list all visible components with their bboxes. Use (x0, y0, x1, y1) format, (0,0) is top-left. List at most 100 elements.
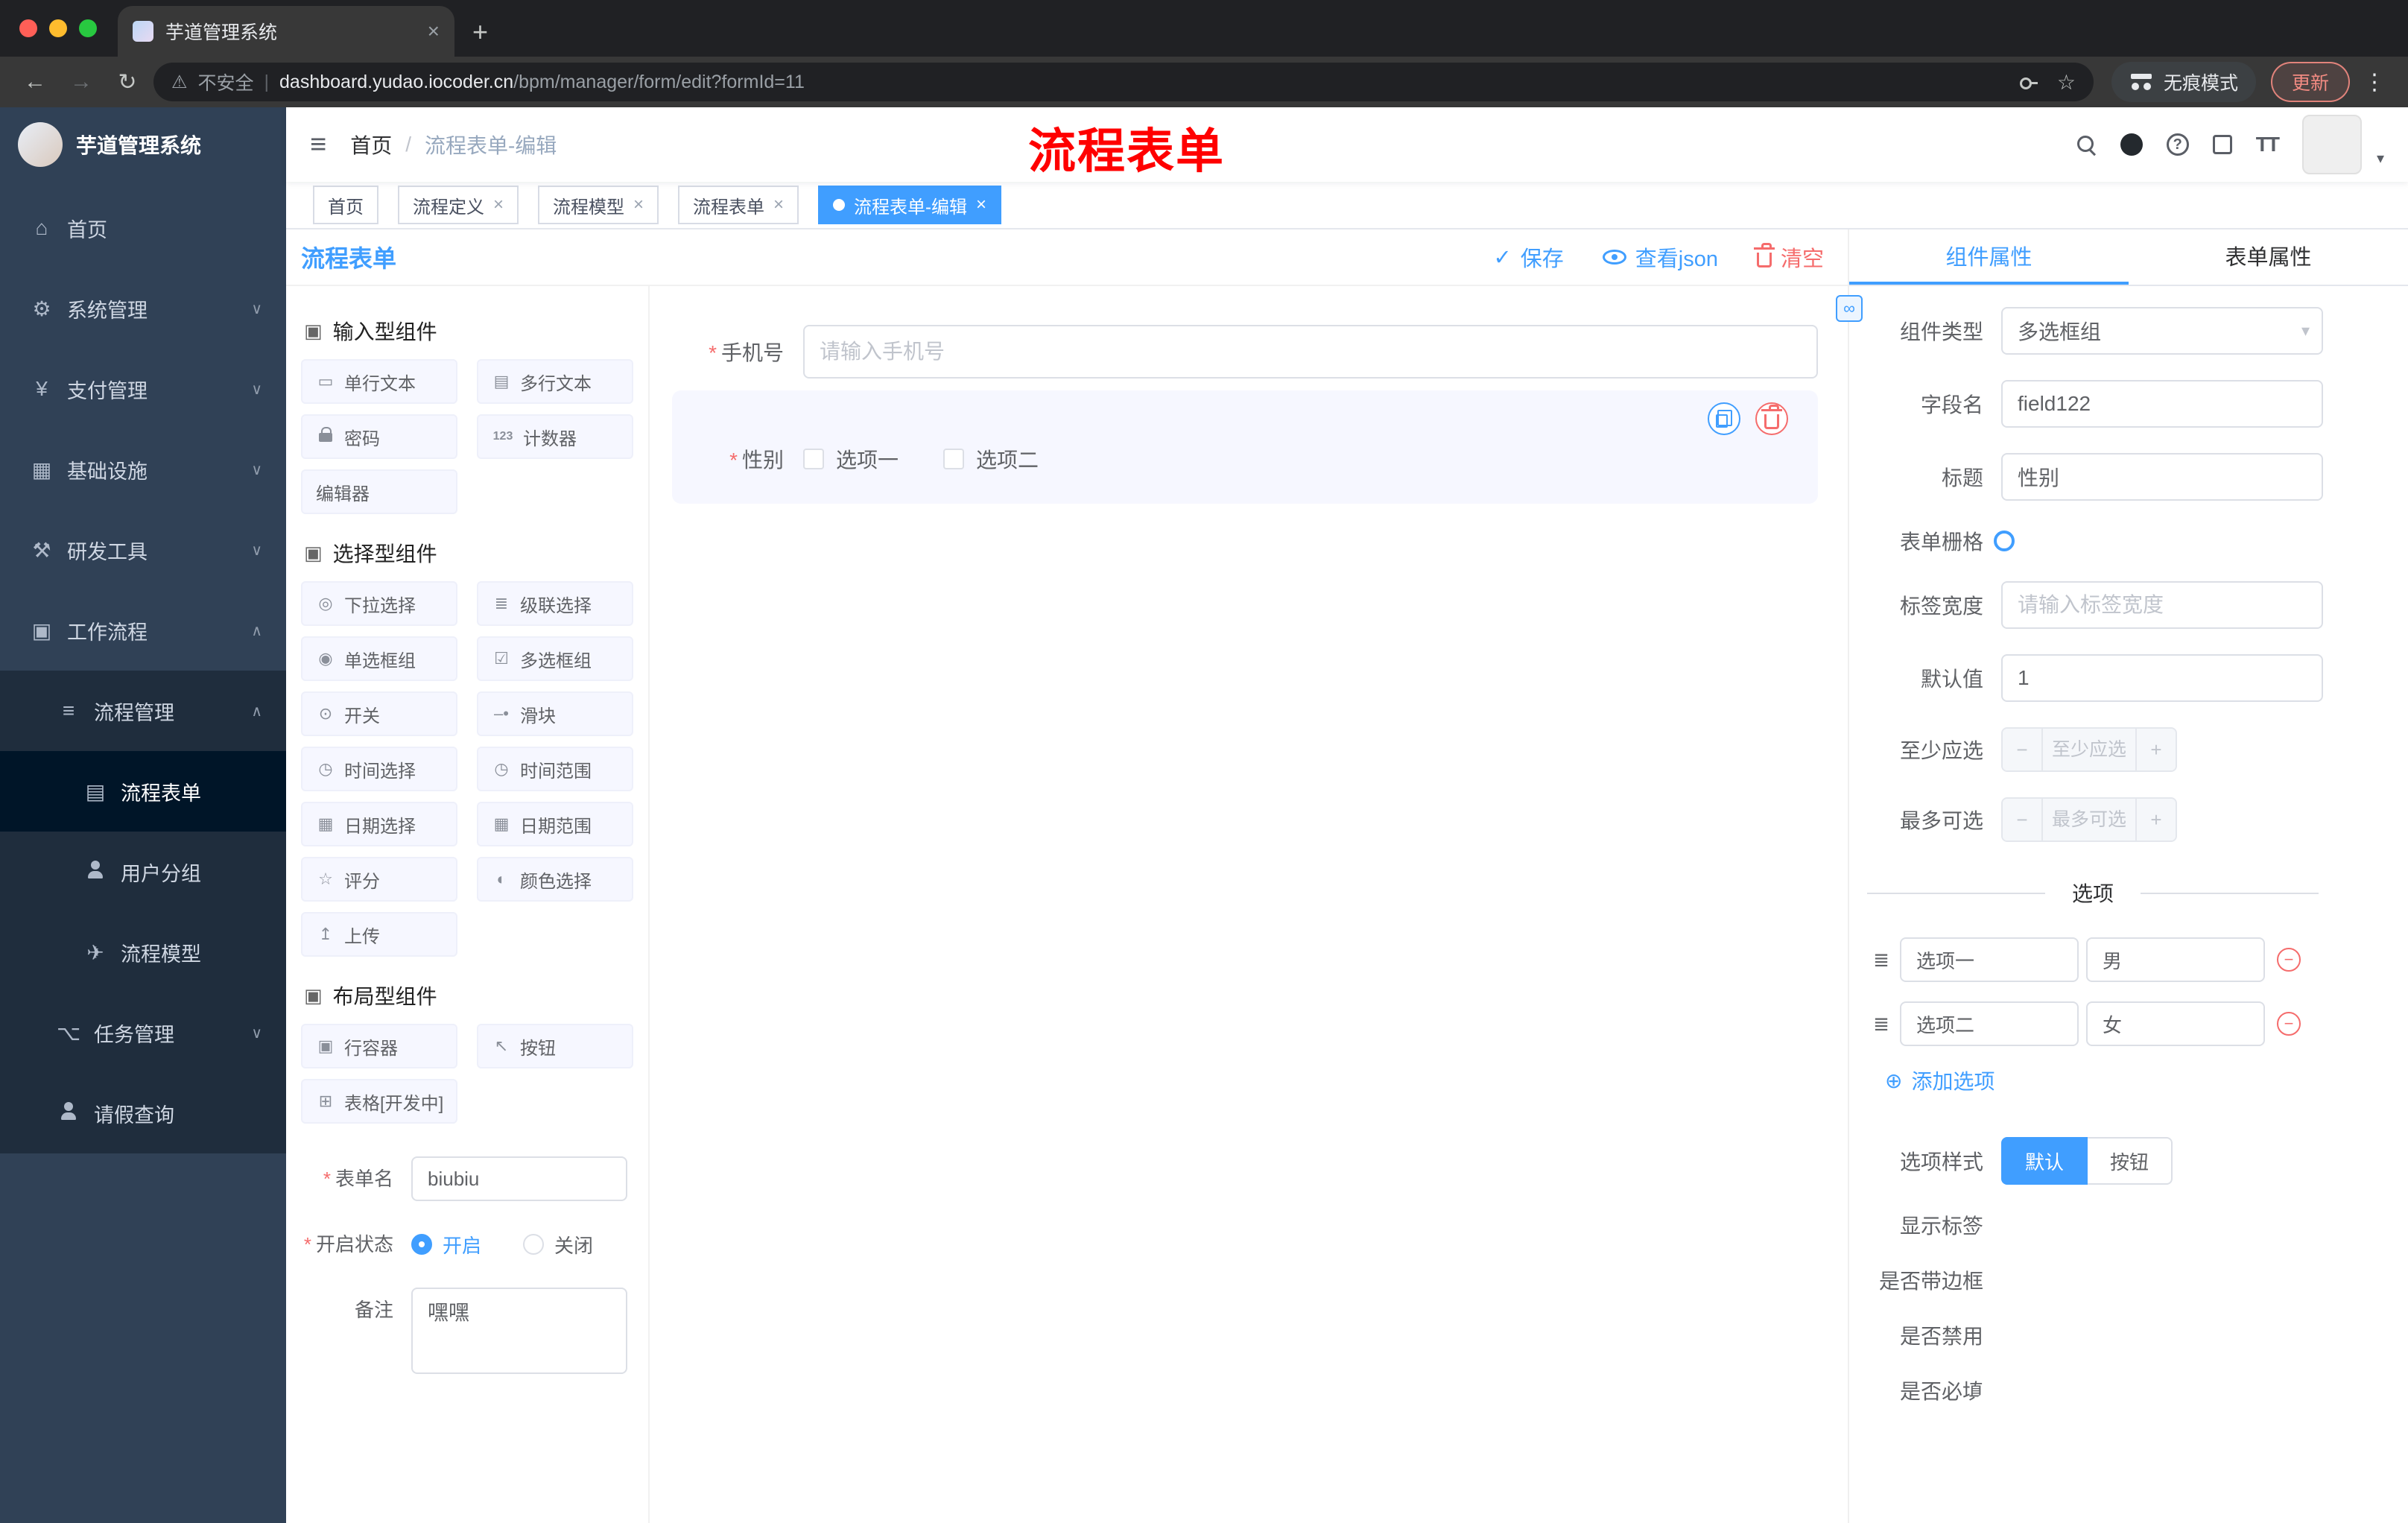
tab-close-icon[interactable]: × (428, 19, 440, 43)
github-icon[interactable] (2120, 133, 2143, 156)
link-icon[interactable]: ∞ (1836, 295, 1863, 322)
tab-form-props[interactable]: 表单属性 (2129, 229, 2408, 285)
title-input[interactable] (2001, 453, 2323, 501)
component-row-container[interactable]: ▣ 行容器 (301, 1024, 457, 1068)
component-cascader[interactable]: ≣ 级联选择 (477, 581, 633, 626)
style-button-button[interactable]: 按钮 (2088, 1137, 2173, 1185)
component-slider[interactable]: ‒• 滑块 (477, 691, 633, 736)
component-upload[interactable]: ↥ 上传 (301, 912, 457, 957)
close-icon[interactable]: × (633, 194, 644, 215)
sidebar-item-process-form[interactable]: ▤ 流程表单 (0, 751, 286, 832)
drag-handle-icon[interactable]: ≣ (1870, 949, 1892, 972)
tag-process-definition[interactable]: 流程定义 × (398, 186, 519, 224)
tag-process-form-edit[interactable]: 流程表单-编辑 × (818, 186, 1002, 224)
gender-option-2-checkbox[interactable]: 选项二 (943, 444, 1039, 474)
sidebar-item-workflow[interactable]: ▣ 工作流程 ∧ (0, 590, 286, 671)
form-remark-textarea[interactable]: 嘿嘿 (411, 1288, 627, 1374)
forward-button[interactable]: → (61, 69, 101, 95)
tab-component-props[interactable]: 组件属性 (1849, 229, 2129, 285)
copy-component-button[interactable] (1708, 402, 1740, 435)
component-switch[interactable]: ⊙ 开关 (301, 691, 457, 736)
security-label[interactable]: 不安全 (198, 69, 254, 95)
option-1-value-input[interactable] (2086, 937, 2265, 982)
component-date-picker[interactable]: ▦ 日期选择 (301, 802, 457, 846)
status-off-radio[interactable]: 关闭 (523, 1231, 593, 1258)
reload-button[interactable]: ↻ (107, 69, 148, 95)
sidebar-item-infra[interactable]: ▦ 基础设施 ∨ (0, 429, 286, 510)
sidebar-item-process-mgmt[interactable]: ≡ 流程管理 ∧ (0, 671, 286, 751)
component-date-range[interactable]: ▦ 日期范围 (477, 802, 633, 846)
component-color-picker[interactable]: ◐ 颜色选择 (477, 857, 633, 902)
component-button[interactable]: ↖ 按钮 (477, 1024, 633, 1068)
sidebar-item-user-group[interactable]: 用户分组 (0, 832, 286, 912)
gender-option-1-checkbox[interactable]: 选项一 (803, 444, 899, 474)
maximize-window-button[interactable] (79, 19, 97, 37)
avatar-caret-icon[interactable]: ▾ (2377, 149, 2384, 168)
option-2-label-input[interactable] (1900, 1001, 2079, 1046)
decrease-button[interactable]: − (2003, 799, 2043, 840)
sidebar-item-task-mgmt[interactable]: ⌥ 任务管理 ∨ (0, 992, 286, 1073)
sidebar-toggle-icon[interactable]: ≡ (310, 129, 326, 161)
form-name-input[interactable] (411, 1156, 627, 1201)
font-size-icon[interactable]: TT (2256, 133, 2280, 156)
remove-option-button[interactable]: − (2277, 948, 2301, 972)
close-icon[interactable]: × (493, 194, 504, 215)
component-rate[interactable]: ☆ 评分 (301, 857, 457, 902)
component-time-range[interactable]: ◷ 时间范围 (477, 747, 633, 791)
canvas-field-phone[interactable]: 手机号 (672, 325, 1818, 379)
min-select-input[interactable] (2043, 729, 2135, 770)
max-select-input[interactable] (2043, 799, 2135, 840)
component-password[interactable]: 密码 (301, 414, 457, 459)
sidebar-item-devtools[interactable]: ⚒ 研发工具 ∨ (0, 510, 286, 590)
bookmark-icon[interactable]: ☆ (2057, 70, 2076, 95)
help-icon[interactable]: ? (2166, 133, 2189, 156)
sidebar-item-payment[interactable]: ¥ 支付管理 ∨ (0, 349, 286, 429)
component-time-picker[interactable]: ◷ 时间选择 (301, 747, 457, 791)
delete-component-button[interactable] (1755, 402, 1788, 435)
search-icon[interactable] (2076, 134, 2097, 155)
sidebar-item-leave-query[interactable]: 请假查询 (0, 1073, 286, 1153)
component-select[interactable]: ◎ 下拉选择 (301, 581, 457, 626)
option-1-label-input[interactable] (1900, 937, 2079, 982)
browser-tab[interactable]: 芋道管理系统 × (118, 6, 454, 57)
tag-process-model[interactable]: 流程模型 × (538, 186, 659, 224)
sidebar-item-system[interactable]: ⚙ 系统管理 ∨ (0, 268, 286, 349)
component-single-text[interactable]: ▭ 单行文本 (301, 359, 457, 404)
component-table[interactable]: ⊞ 表格[开发中] (301, 1079, 457, 1124)
component-multi-text[interactable]: ▤ 多行文本 (477, 359, 633, 404)
user-avatar[interactable] (2301, 115, 2362, 174)
fullscreen-icon[interactable] (2212, 135, 2232, 154)
close-icon[interactable]: × (976, 194, 986, 215)
add-option-button[interactable]: ⊕ 添加选项 (1885, 1066, 2378, 1095)
decrease-button[interactable]: − (2003, 729, 2043, 770)
default-value-input[interactable] (2001, 654, 2323, 702)
slider-handle[interactable] (1994, 530, 2015, 551)
canvas-field-gender-selected[interactable]: 性别 选项一 选项二 (672, 390, 1818, 504)
drag-handle-icon[interactable]: ≣ (1870, 1013, 1892, 1036)
component-counter[interactable]: 123 计数器 (477, 414, 633, 459)
tag-process-form[interactable]: 流程表单 × (678, 186, 799, 224)
browser-menu-icon[interactable]: ⋮ (2356, 69, 2393, 95)
field-name-input[interactable] (2001, 380, 2323, 428)
remove-option-button[interactable]: − (2277, 1012, 2301, 1036)
component-checkbox-group[interactable]: ☑ 多选框组 (477, 636, 633, 681)
option-2-value-input[interactable] (2086, 1001, 2265, 1046)
increase-button[interactable]: + (2135, 729, 2176, 770)
url-input[interactable]: ⚠ 不安全 | dashboard.yudao.iocoder.cn/bpm/m… (153, 63, 2094, 101)
phone-input[interactable] (803, 325, 1818, 379)
save-button[interactable]: ✓ 保存 (1493, 241, 1563, 273)
update-button[interactable]: 更新 (2270, 62, 2350, 102)
password-manager-icon[interactable] (2018, 73, 2039, 91)
status-on-radio[interactable]: 开启 (411, 1231, 481, 1258)
label-width-input[interactable] (2001, 581, 2323, 629)
sidebar-item-home[interactable]: ⌂ 首页 (0, 188, 286, 268)
style-default-button[interactable]: 默认 (2001, 1137, 2088, 1185)
new-tab-button[interactable]: + (454, 16, 506, 57)
breadcrumb-home[interactable]: 首页 (350, 130, 392, 159)
back-button[interactable]: ← (15, 69, 55, 95)
minimize-window-button[interactable] (49, 19, 67, 37)
view-json-button[interactable]: 查看json (1602, 241, 1718, 273)
clear-button[interactable]: 清空 (1753, 241, 1824, 273)
tag-home[interactable]: 首页 (313, 186, 378, 224)
component-editor[interactable]: 编辑器 (301, 469, 457, 514)
